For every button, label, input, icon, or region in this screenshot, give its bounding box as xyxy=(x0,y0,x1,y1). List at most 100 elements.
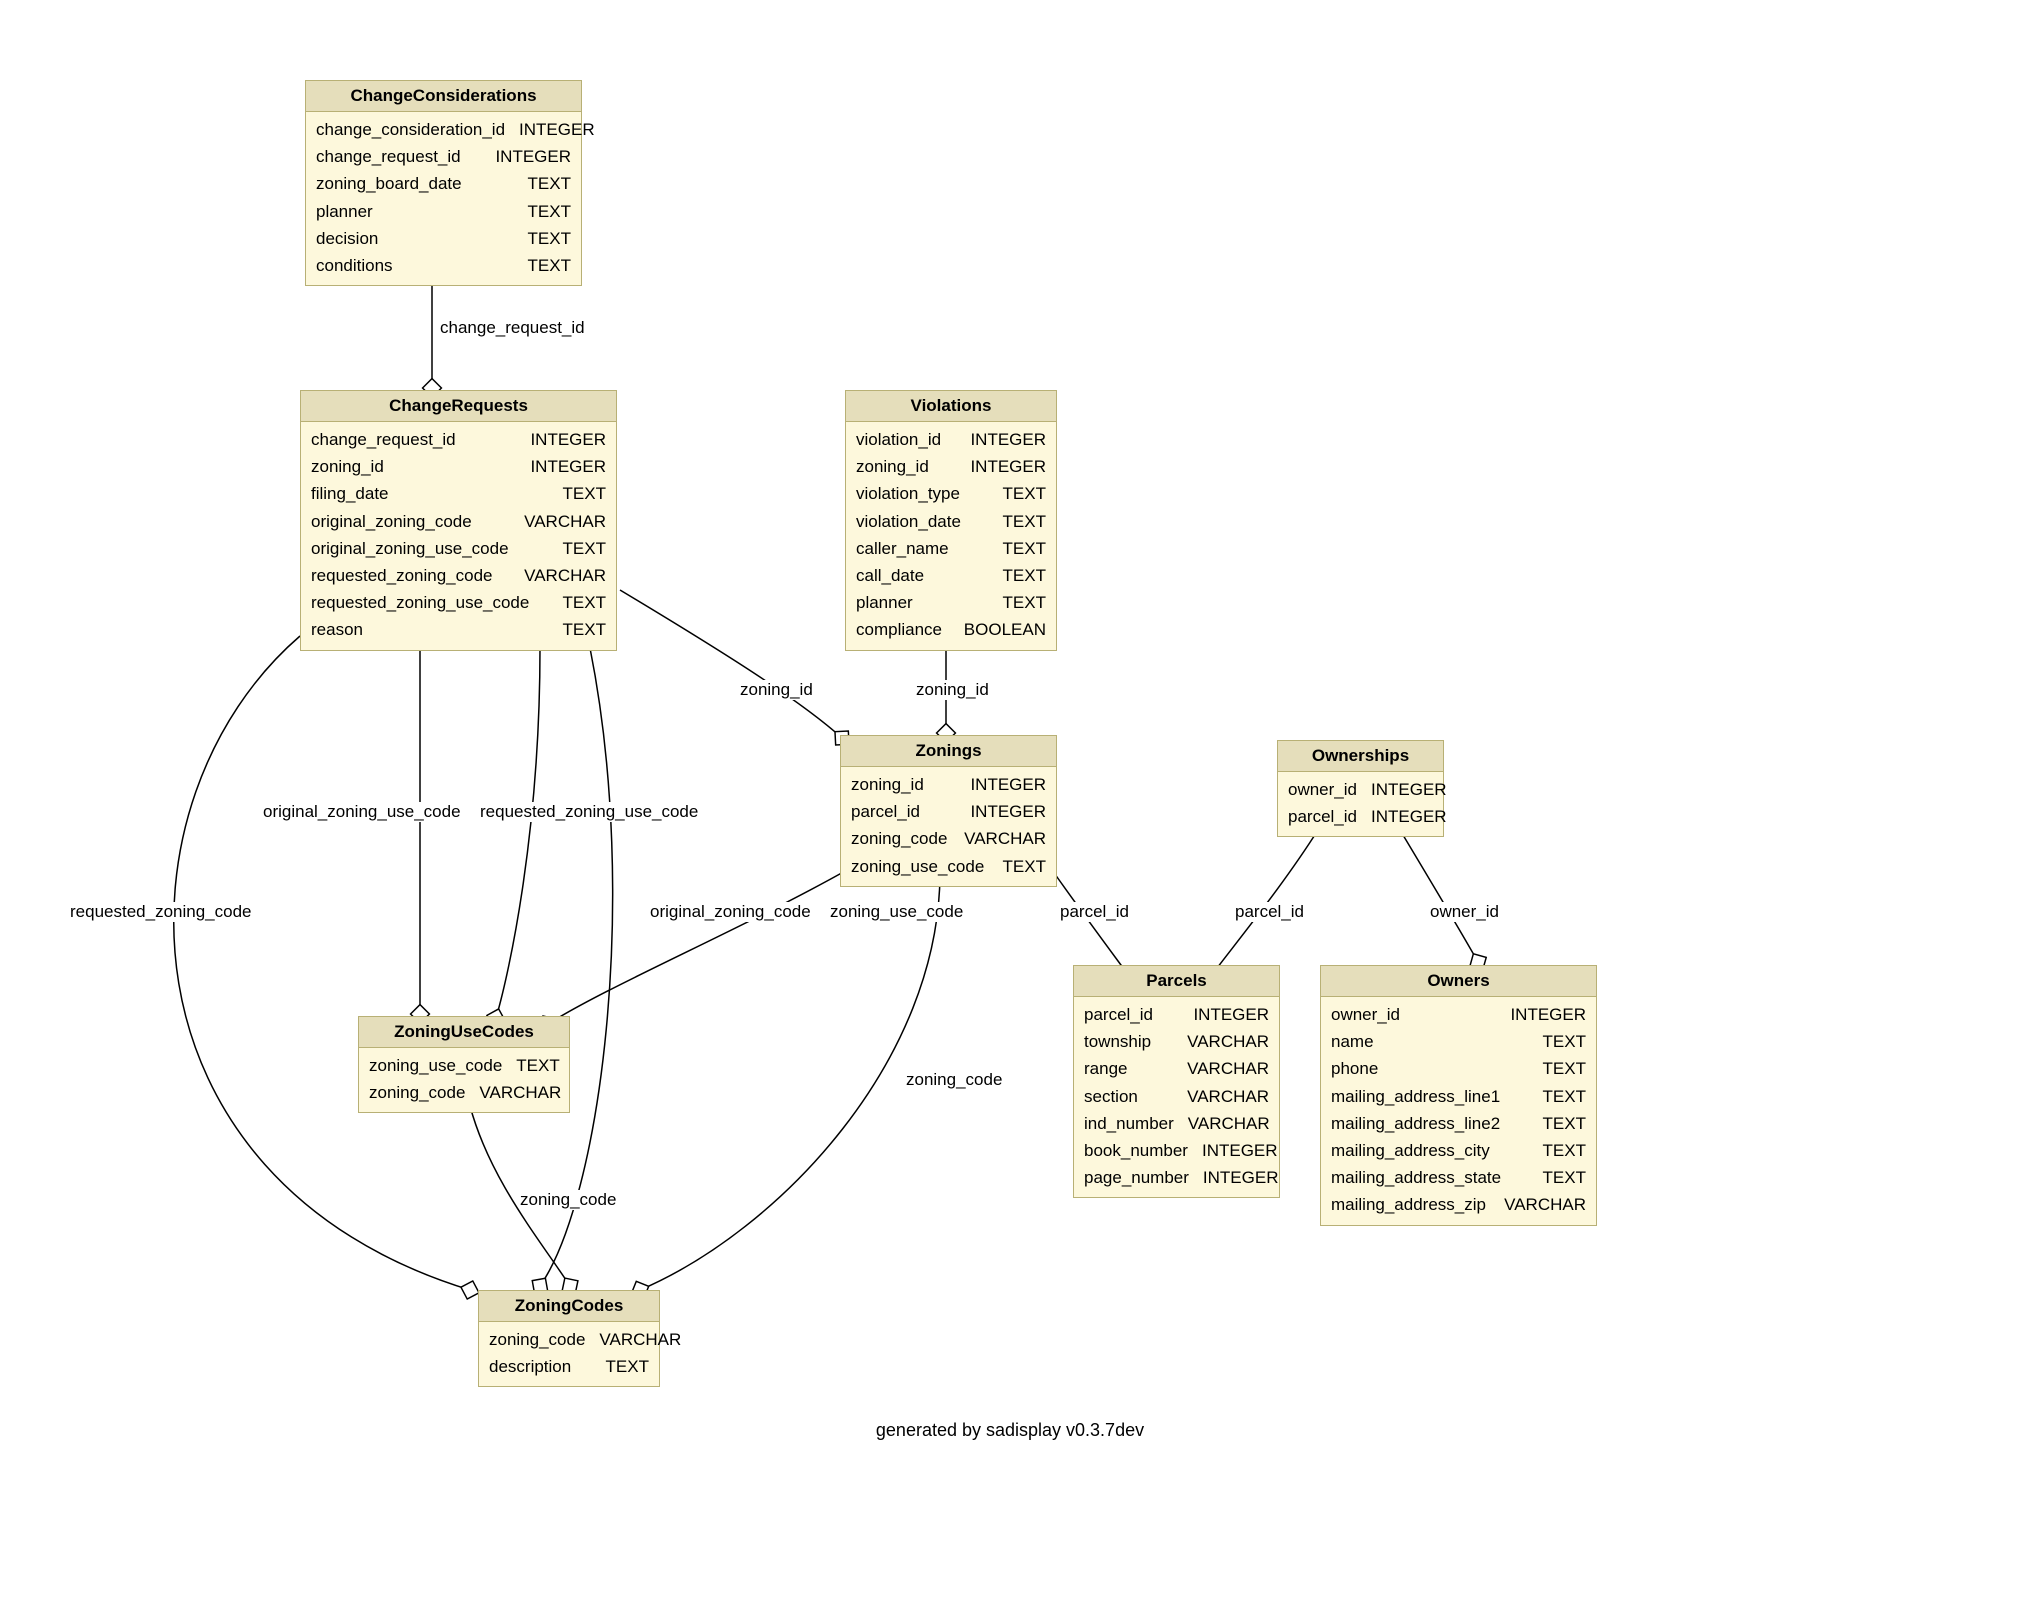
table-row: complianceBOOLEAN xyxy=(856,616,1046,643)
column-type: TEXT xyxy=(563,535,606,562)
column-type: INTEGER xyxy=(1193,1001,1269,1028)
table-row: zoning_id INTEGER xyxy=(856,453,1046,480)
column-type: INTEGER xyxy=(970,426,1046,453)
table-row: parcel_id INTEGER xyxy=(1084,1001,1269,1028)
table-ZoningUseCodes: ZoningUseCodes zoning_use_codeTEXTzoning… xyxy=(358,1016,570,1113)
column-type: INTEGER xyxy=(530,426,606,453)
column-type: INTEGER xyxy=(1371,803,1447,830)
column-type: INTEGER xyxy=(519,116,595,143)
edge-label: original_zoning_use_code xyxy=(263,802,461,822)
table-Parcels: Parcels parcel_idINTEGERtownshipVARCHARr… xyxy=(1073,965,1280,1198)
table-body: violation_idINTEGERzoning_idINTEGERviola… xyxy=(846,422,1056,650)
table-row: zoning_use_codeTEXT xyxy=(369,1052,559,1079)
table-header: Ownerships xyxy=(1278,741,1443,772)
table-row: violation_dateTEXT xyxy=(856,508,1046,535)
column-name: ind_number xyxy=(1084,1110,1174,1137)
table-body: zoning_use_codeTEXTzoning_codeVARCHAR xyxy=(359,1048,569,1112)
table-row: change_consideration_idINTEGER xyxy=(316,116,571,143)
column-name: township xyxy=(1084,1028,1151,1055)
column-type: TEXT xyxy=(528,225,571,252)
table-row: reasonTEXT xyxy=(311,616,606,643)
column-type: INTEGER xyxy=(1371,776,1447,803)
table-body: parcel_idINTEGERtownshipVARCHARrangeVARC… xyxy=(1074,997,1279,1197)
edge-label: owner_id xyxy=(1430,902,1499,922)
edge-label: zoning_id xyxy=(740,680,813,700)
column-type: TEXT xyxy=(563,480,606,507)
column-type: VARCHAR xyxy=(1504,1191,1586,1218)
column-type: VARCHAR xyxy=(599,1326,681,1353)
column-name: zoning_code xyxy=(369,1079,465,1106)
table-row: original_zoning_use_codeTEXT xyxy=(311,535,606,562)
table-row: filing_date TEXT xyxy=(311,480,606,507)
column-name: mailing_address_city xyxy=(1331,1137,1490,1164)
column-name: zoning_id xyxy=(856,453,929,480)
column-name: reason xyxy=(311,616,363,643)
table-row: mailing_address_line2TEXT xyxy=(1331,1110,1586,1137)
column-type: VARCHAR xyxy=(1188,1110,1270,1137)
table-row: zoning_codeVARCHAR xyxy=(369,1079,559,1106)
table-row: mailing_address_city TEXT xyxy=(1331,1137,1586,1164)
table-row: zoning_codeVARCHAR xyxy=(851,825,1046,852)
column-name: zoning_use_code xyxy=(851,853,984,880)
column-type: TEXT xyxy=(1003,535,1046,562)
table-row: zoning_board_dateTEXT xyxy=(316,170,571,197)
column-type: TEXT xyxy=(1543,1110,1586,1137)
table-Owners: Owners owner_idINTEGERnameTEXTphoneTEXTm… xyxy=(1320,965,1597,1226)
column-name: book_number xyxy=(1084,1137,1188,1164)
table-row: descriptionTEXT xyxy=(489,1353,649,1380)
column-type: INTEGER xyxy=(970,453,1046,480)
table-row: original_zoning_code VARCHAR xyxy=(311,508,606,535)
table-row: parcel_idINTEGER xyxy=(1288,803,1433,830)
column-name: mailing_address_zip xyxy=(1331,1191,1486,1218)
column-name: mailing_address_line1 xyxy=(1331,1083,1500,1110)
edge-label: zoning_code xyxy=(906,1070,1002,1090)
table-header: ZoningUseCodes xyxy=(359,1017,569,1048)
table-row: owner_idINTEGER xyxy=(1331,1001,1586,1028)
column-type: VARCHAR xyxy=(964,825,1046,852)
column-name: compliance xyxy=(856,616,942,643)
column-name: zoning_id xyxy=(851,771,924,798)
table-row: nameTEXT xyxy=(1331,1028,1586,1055)
column-name: mailing_address_state xyxy=(1331,1164,1501,1191)
edge-label: zoning_code xyxy=(520,1190,616,1210)
column-type: INTEGER xyxy=(970,771,1046,798)
column-type: VARCHAR xyxy=(524,508,606,535)
table-row: zoning_use_codeTEXT xyxy=(851,853,1046,880)
column-type: VARCHAR xyxy=(1187,1028,1269,1055)
column-type: TEXT xyxy=(1543,1164,1586,1191)
column-name: requested_zoning_code xyxy=(311,562,492,589)
table-ChangeConsiderations: ChangeConsiderations change_consideratio… xyxy=(305,80,582,286)
table-row: conditionsTEXT xyxy=(316,252,571,279)
column-type: TEXT xyxy=(1543,1083,1586,1110)
column-name: change_consideration_id xyxy=(316,116,505,143)
table-row: planner TEXT xyxy=(316,198,571,225)
column-name: original_zoning_code xyxy=(311,508,472,535)
table-row: call_dateTEXT xyxy=(856,562,1046,589)
table-row: requested_zoning_codeVARCHAR xyxy=(311,562,606,589)
column-type: TEXT xyxy=(528,170,571,197)
column-name: violation_id xyxy=(856,426,941,453)
table-row: mailing_address_zip VARCHAR xyxy=(1331,1191,1586,1218)
column-name: zoning_id xyxy=(311,453,384,480)
column-name: parcel_id xyxy=(1084,1001,1153,1028)
column-type: TEXT xyxy=(528,198,571,225)
column-type: TEXT xyxy=(1543,1028,1586,1055)
table-row: zoning_idINTEGER xyxy=(311,453,606,480)
column-type: TEXT xyxy=(1543,1137,1586,1164)
table-row: caller_nameTEXT xyxy=(856,535,1046,562)
table-row: phoneTEXT xyxy=(1331,1055,1586,1082)
column-type: INTEGER xyxy=(495,143,571,170)
column-name: planner xyxy=(316,198,373,225)
table-row: change_request_idINTEGER xyxy=(311,426,606,453)
column-name: owner_id xyxy=(1288,776,1357,803)
column-name: phone xyxy=(1331,1055,1378,1082)
column-name: filing_date xyxy=(311,480,389,507)
table-ChangeRequests: ChangeRequests change_request_idINTEGERz… xyxy=(300,390,617,651)
table-row: violation_id INTEGER xyxy=(856,426,1046,453)
table-header: Violations xyxy=(846,391,1056,422)
column-type: TEXT xyxy=(1003,589,1046,616)
footer-text: generated by sadisplay v0.3.7dev xyxy=(0,1420,2020,1441)
table-row: township VARCHAR xyxy=(1084,1028,1269,1055)
table-body: owner_idINTEGERnameTEXTphoneTEXTmailing_… xyxy=(1321,997,1596,1225)
column-name: call_date xyxy=(856,562,924,589)
